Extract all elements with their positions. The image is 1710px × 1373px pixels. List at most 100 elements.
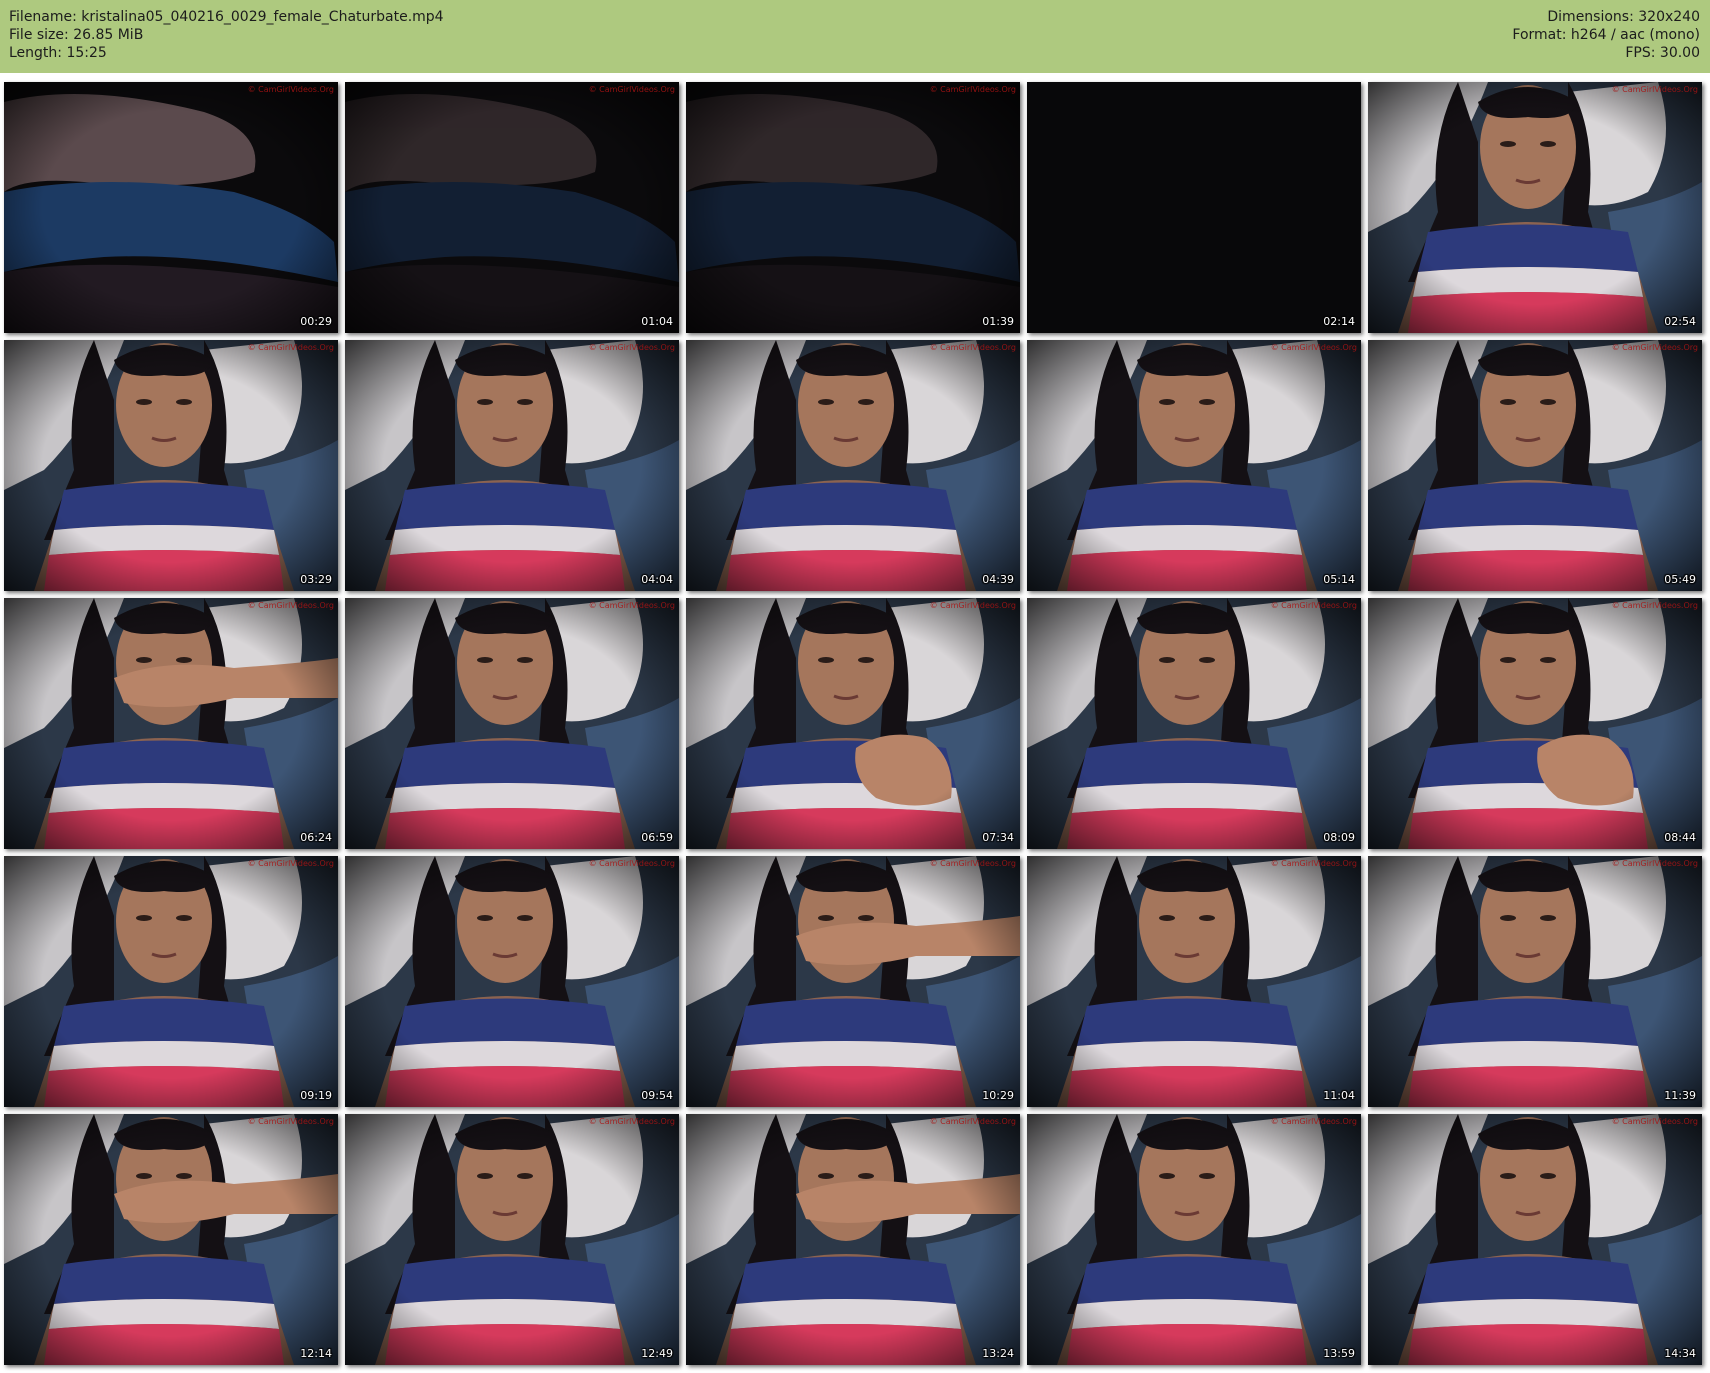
thumbnail: © CamGirlVideos.Org 08:44	[1368, 598, 1702, 849]
frame-image	[345, 1114, 679, 1365]
frame-image	[1027, 1114, 1361, 1365]
timestamp-label: 10:29	[982, 1089, 1014, 1102]
filename-text: Filename: kristalina05_040216_0029_femal…	[9, 9, 444, 25]
thumbnail-scene	[345, 1114, 679, 1365]
watermark-text: © CamGirlVideos.Org	[1611, 601, 1698, 610]
thumbnail: © CamGirlVideos.Org 13:24	[686, 1114, 1020, 1365]
frame-image	[686, 340, 1020, 591]
frame-image	[1027, 82, 1361, 333]
thumbnail: © CamGirlVideos.Org 04:04	[345, 340, 679, 591]
timestamp-label: 05:49	[1664, 573, 1696, 586]
thumbnail: © CamGirlVideos.Org 09:54	[345, 856, 679, 1107]
frame-image	[1368, 598, 1702, 849]
timestamp-label: 02:14	[1323, 315, 1355, 328]
frame-image	[686, 598, 1020, 849]
timestamp-label: 00:29	[300, 315, 332, 328]
thumbnail-scene	[686, 82, 1020, 333]
watermark-text: © CamGirlVideos.Org	[1611, 85, 1698, 94]
timestamp-label: 12:14	[300, 1347, 332, 1360]
thumbnail: © CamGirlVideos.Org 00:29	[4, 82, 338, 333]
watermark-text: © CamGirlVideos.Org	[1270, 601, 1357, 610]
thumbnail-scene	[4, 598, 338, 849]
thumbnail-scene	[686, 856, 1020, 1107]
timestamp-label: 01:04	[641, 315, 673, 328]
frame-image	[4, 598, 338, 849]
info-header: Filename: kristalina05_040216_0029_femal…	[0, 0, 1710, 73]
thumbnail: © CamGirlVideos.Org 09:19	[4, 856, 338, 1107]
frame-image	[1027, 340, 1361, 591]
thumbnail-scene	[1368, 1114, 1702, 1365]
file-info-left: Filename: kristalina05_040216_0029_femal…	[9, 8, 444, 62]
watermark-text: © CamGirlVideos.Org	[247, 1117, 334, 1126]
timestamp-label: 14:34	[1664, 1347, 1696, 1360]
thumbnail: © CamGirlVideos.Org 11:04	[1027, 856, 1361, 1107]
watermark-text: © CamGirlVideos.Org	[929, 343, 1016, 352]
watermark-text: © CamGirlVideos.Org	[588, 85, 675, 94]
frame-image	[4, 856, 338, 1107]
frame-image	[686, 82, 1020, 333]
thumbnail: © CamGirlVideos.Org 13:59	[1027, 1114, 1361, 1365]
thumbnail: © CamGirlVideos.Org 01:39	[686, 82, 1020, 333]
timestamp-label: 04:04	[641, 573, 673, 586]
timestamp-label: 01:39	[982, 315, 1014, 328]
timestamp-label: 09:54	[641, 1089, 673, 1102]
thumbnail-scene	[4, 82, 338, 333]
watermark-text: © CamGirlVideos.Org	[247, 859, 334, 868]
timestamp-label: 04:39	[982, 573, 1014, 586]
watermark-text: © CamGirlVideos.Org	[588, 859, 675, 868]
thumbnail-scene	[4, 856, 338, 1107]
watermark-text: © CamGirlVideos.Org	[1611, 859, 1698, 868]
watermark-text: © CamGirlVideos.Org	[929, 1117, 1016, 1126]
thumbnail-scene	[1368, 82, 1702, 333]
thumbnail-scene	[1027, 598, 1361, 849]
frame-image	[1368, 1114, 1702, 1365]
watermark-text: © CamGirlVideos.Org	[1270, 1117, 1357, 1126]
watermark-text: © CamGirlVideos.Org	[1611, 343, 1698, 352]
thumbnail: © CamGirlVideos.Org 03:29	[4, 340, 338, 591]
timestamp-label: 06:59	[641, 831, 673, 844]
thumbnail-scene	[686, 340, 1020, 591]
thumbnail-scene	[1027, 1114, 1361, 1365]
thumbnail: © CamGirlVideos.Org 14:34	[1368, 1114, 1702, 1365]
frame-image	[686, 856, 1020, 1107]
timestamp-label: 07:34	[982, 831, 1014, 844]
timestamp-label: 12:49	[641, 1347, 673, 1360]
timestamp-label: 02:54	[1664, 315, 1696, 328]
thumbnail-scene	[1027, 340, 1361, 591]
thumbnail: © CamGirlVideos.Org 10:29	[686, 856, 1020, 1107]
watermark-text: © CamGirlVideos.Org	[1611, 1117, 1698, 1126]
timestamp-label: 05:14	[1323, 573, 1355, 586]
thumbnail-scene	[345, 82, 679, 333]
frame-image	[686, 1114, 1020, 1365]
watermark-text: © CamGirlVideos.Org	[588, 343, 675, 352]
frame-image	[1368, 82, 1702, 333]
thumbnail-scene	[4, 340, 338, 591]
timestamp-label: 06:24	[300, 831, 332, 844]
timestamp-label: 13:24	[982, 1347, 1014, 1360]
timestamp-label: 13:59	[1323, 1347, 1355, 1360]
thumbnail-scene	[1027, 82, 1361, 333]
thumbnail: © CamGirlVideos.Org 01:04	[345, 82, 679, 333]
frame-image	[345, 856, 679, 1107]
frame-image	[4, 340, 338, 591]
thumbnail: © CamGirlVideos.Org 08:09	[1027, 598, 1361, 849]
thumbnail: © CamGirlVideos.Org 06:24	[4, 598, 338, 849]
thumbnail: © CamGirlVideos.Org 12:49	[345, 1114, 679, 1365]
watermark-text: © CamGirlVideos.Org	[247, 601, 334, 610]
dimensions-text: Dimensions: 320x240	[1547, 9, 1700, 25]
frame-image	[1027, 856, 1361, 1107]
thumbnail-scene	[345, 598, 679, 849]
file-info-right: Dimensions: 320x240 Format: h264 / aac (…	[1512, 8, 1700, 62]
length-text: Length: 15:25	[9, 45, 107, 61]
watermark-text: © CamGirlVideos.Org	[929, 601, 1016, 610]
thumbnail: © CamGirlVideos.Org 05:14	[1027, 340, 1361, 591]
frame-image	[1027, 598, 1361, 849]
frame-image	[345, 598, 679, 849]
thumbnail-scene	[686, 1114, 1020, 1365]
frame-image	[1368, 856, 1702, 1107]
thumbnail: © CamGirlVideos.Org 06:59	[345, 598, 679, 849]
frame-image	[345, 82, 679, 333]
thumbnail: © CamGirlVideos.Org 05:49	[1368, 340, 1702, 591]
thumbnail-scene	[686, 598, 1020, 849]
thumbnail-scene	[1368, 856, 1702, 1107]
